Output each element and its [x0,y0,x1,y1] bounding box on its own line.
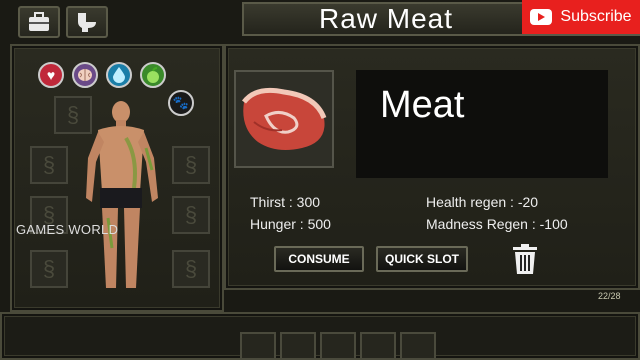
stat-health-regen: Health regen : -20 [426,194,539,210]
food-status[interactable] [140,62,166,88]
apple-icon [147,67,159,83]
subscribe-label: Subscribe [560,8,632,25]
quick-slot-button[interactable]: QUICK SLOT [376,246,468,272]
brain-status[interactable] [72,62,98,88]
item-name-box: Meat [356,70,608,178]
hotbar-slot[interactable] [280,332,316,360]
equipment-slot-right-2[interactable]: § [172,196,210,234]
raw-steak-icon [242,87,327,150]
character-model [86,101,158,288]
item-image-slot [234,70,334,168]
slot-placeholder-icon: § [184,256,198,281]
brain-icon [78,69,92,81]
inventory-counter: 22/28 [598,291,621,301]
youtube-icon [530,9,553,25]
slot-placeholder-icon: § [42,152,56,177]
hotbar-slot[interactable] [360,332,396,360]
pet-status[interactable]: 🐾 [168,90,194,116]
watermark-text: GAMES WORLD [16,222,119,237]
health-status[interactable]: ♥ [38,62,64,88]
equipment-slot-left-1[interactable]: § [30,146,68,184]
thirst-status[interactable] [106,62,132,88]
hotbar-slot[interactable] [240,332,276,360]
heart-icon: ♥ [46,67,56,83]
item-name: Meat [380,84,465,126]
slot-placeholder-icon: § [184,152,198,177]
hotbar-slot[interactable] [320,332,356,360]
slot-placeholder-icon: § [184,202,198,227]
subscribe-button[interactable]: Subscribe [522,0,640,34]
toilet-button[interactable] [66,6,108,38]
briefcase-icon [29,12,49,31]
equipment-slot-left-3[interactable]: § [30,250,68,288]
water-drop-icon [113,67,125,83]
slot-placeholder-icon: § [42,256,56,281]
stat-madness-regen: Madness Regen : -100 [426,216,568,232]
hotbar-slot[interactable] [400,332,436,360]
toilet-icon [78,13,96,32]
paw-icon: 🐾 [172,95,190,110]
trash-icon[interactable] [510,243,540,275]
page-title: Raw Meat [318,3,454,34]
equipment-slot-right-1[interactable]: § [172,146,210,184]
equipment-slot-right-3[interactable]: § [172,250,210,288]
stat-thirst: Thirst : 300 [250,194,321,210]
stat-hunger: Hunger : 500 [250,216,331,232]
inventory-button[interactable] [18,6,60,38]
consume-button[interactable]: CONSUME [274,246,364,272]
